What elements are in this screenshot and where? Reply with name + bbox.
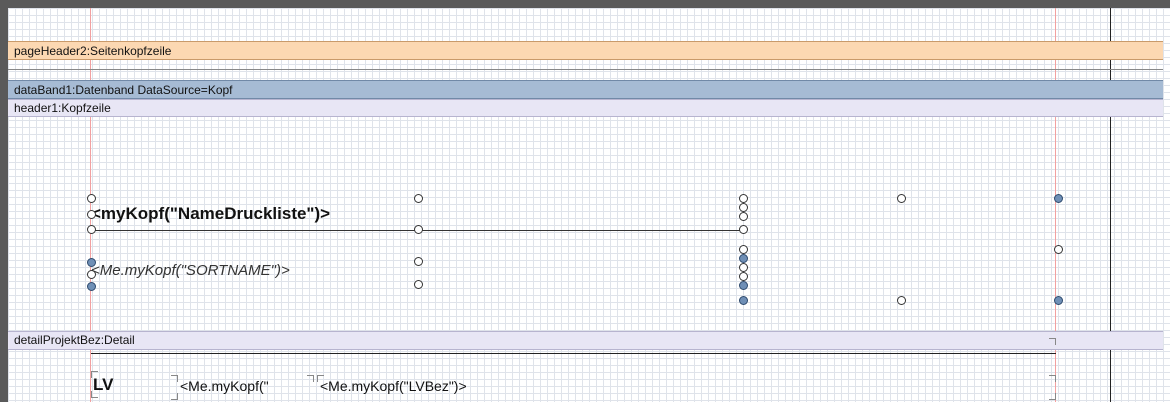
selection-handle[interactable] — [87, 210, 96, 219]
selection-handle[interactable] — [414, 225, 423, 234]
report-design-canvas[interactable]: pageHeader2:Seitenkopfzeile dataBand1:Da… — [8, 8, 1170, 402]
lv-bez-field[interactable]: <Me.myKopf("LVBez")> — [320, 378, 467, 394]
selection-handle[interactable] — [739, 272, 748, 281]
selection-handle[interactable] — [1054, 194, 1063, 203]
selection-handle[interactable] — [87, 225, 96, 234]
selection-handle[interactable] — [739, 212, 748, 221]
field-corner-marker — [171, 393, 178, 400]
selection-handle[interactable] — [414, 280, 423, 289]
selection-handle[interactable] — [897, 194, 906, 203]
selection-handle[interactable] — [739, 263, 748, 272]
selection-handle[interactable] — [739, 203, 748, 212]
field-corner-marker — [171, 375, 178, 382]
selection-handle[interactable] — [87, 270, 96, 279]
selection-handle[interactable] — [739, 194, 748, 203]
band-separator — [8, 69, 1163, 70]
lv-field[interactable]: <Me.myKopf(" — [180, 378, 269, 394]
selection-handle[interactable] — [1054, 245, 1063, 254]
selection-handle[interactable] — [739, 254, 748, 263]
selection-handle[interactable] — [414, 257, 423, 266]
header-band[interactable]: header1:Kopfzeile — [8, 99, 1163, 117]
selection-handle[interactable] — [87, 282, 96, 291]
sortname-field[interactable]: <Me.myKopf("SORTNAME")> — [91, 262, 290, 279]
page-header-band[interactable]: pageHeader2:Seitenkopfzeile — [8, 41, 1163, 60]
name-druckliste-field[interactable]: <myKopf("NameDruckliste")> — [91, 204, 330, 224]
selection-handle[interactable] — [739, 225, 748, 234]
selection-handle[interactable] — [739, 296, 748, 305]
field-corner-marker — [1049, 375, 1056, 382]
detail-top-rule — [91, 353, 1056, 354]
selection-handle[interactable] — [1054, 296, 1063, 305]
field-corner-marker — [1049, 338, 1056, 345]
lv-label[interactable]: LV — [93, 375, 113, 395]
field-corner-marker — [307, 375, 314, 382]
selection-handle[interactable] — [739, 281, 748, 290]
selection-handle[interactable] — [739, 245, 748, 254]
data-band[interactable]: dataBand1:Datenband DataSource=Kopf — [8, 80, 1163, 99]
field-corner-marker — [1049, 393, 1056, 400]
selection-handle[interactable] — [414, 194, 423, 203]
selection-handle[interactable] — [897, 296, 906, 305]
detail-band[interactable]: detailProjektBez:Detail — [8, 331, 1163, 350]
selection-handle[interactable] — [87, 194, 96, 203]
selection-handle[interactable] — [87, 258, 96, 267]
